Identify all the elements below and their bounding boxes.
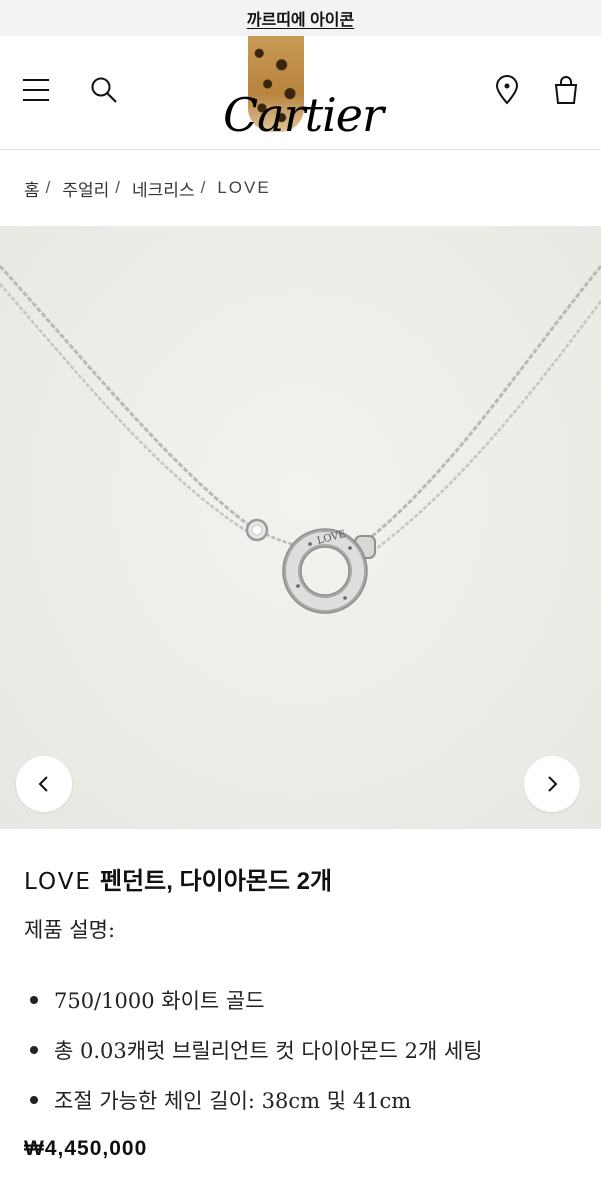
search-button[interactable] (86, 72, 122, 108)
banner-link[interactable]: 까르띠에 아이콘 (247, 6, 355, 30)
product-title: LOVE 펜던트, 다이아몬드 2개 (24, 867, 577, 897)
product-info: LOVE 펜던트, 다이아몬드 2개 제품 설명: 750/1000 화이트 골… (0, 867, 601, 1161)
breadcrumb-current: LOVE (217, 178, 271, 197)
breadcrumb-jewelry[interactable]: 주얼리 (62, 176, 109, 201)
search-icon (91, 77, 117, 103)
menu-button[interactable] (18, 72, 54, 108)
store-locator-button[interactable] (489, 72, 525, 108)
feature-text: 조절 가능한 체인 길이: 38cm 및 41cm (54, 1089, 412, 1113)
chevron-left-icon (38, 776, 48, 792)
product-title-name: 펜던트, 다이아몬드 2개 (99, 868, 333, 895)
chevron-right-icon (548, 776, 558, 792)
site-header: Cartier (0, 36, 601, 150)
shopping-bag-button[interactable] (548, 72, 584, 108)
feature-item: 750/1000 화이트 골드 (24, 975, 577, 1025)
feature-list: 750/1000 화이트 골드 총 0.03캐럿 브릴리언트 컷 다이아몬드 2… (24, 975, 577, 1125)
breadcrumb-separator: / (115, 178, 121, 197)
top-banner: 까르띠에 아이콘 (0, 0, 601, 36)
cartier-logo[interactable]: Cartier (218, 36, 388, 150)
gallery-next-button[interactable] (524, 756, 580, 812)
breadcrumb-separator: / (45, 178, 51, 197)
product-title-brand: LOVE (24, 869, 92, 895)
bullet-dot (30, 1096, 38, 1104)
breadcrumb-separator: / (200, 178, 206, 197)
gallery-prev-button[interactable] (16, 756, 72, 812)
product-image-necklace: LOVE (0, 264, 601, 614)
feature-item: 조절 가능한 체인 길이: 38cm 및 41cm (24, 1075, 577, 1125)
logo-text: Cartier (222, 88, 384, 142)
product-price: ₩4,450,000 (24, 1137, 148, 1160)
bullet-dot (30, 1046, 38, 1054)
description-heading: 제품 설명: (24, 918, 116, 942)
shopping-bag-icon (554, 76, 578, 104)
feature-item: 총 0.03캐럿 브릴리언트 컷 다이아몬드 2개 세팅 (24, 1025, 577, 1075)
location-pin-icon (495, 75, 519, 105)
bullet-dot (30, 996, 38, 1004)
feature-text: 총 0.03캐럿 브릴리언트 컷 다이아몬드 2개 세팅 (54, 1039, 483, 1063)
breadcrumb-necklaces[interactable]: 네크리스 (132, 176, 195, 201)
feature-text: 750/1000 화이트 골드 (54, 989, 265, 1013)
breadcrumb-home[interactable]: 홈 (24, 176, 40, 201)
hamburger-menu-icon (23, 79, 49, 101)
product-image-gallery[interactable]: LOVE (0, 226, 601, 829)
breadcrumb: 홈 / 주얼리 / 네크리스 / LOVE (0, 150, 601, 226)
